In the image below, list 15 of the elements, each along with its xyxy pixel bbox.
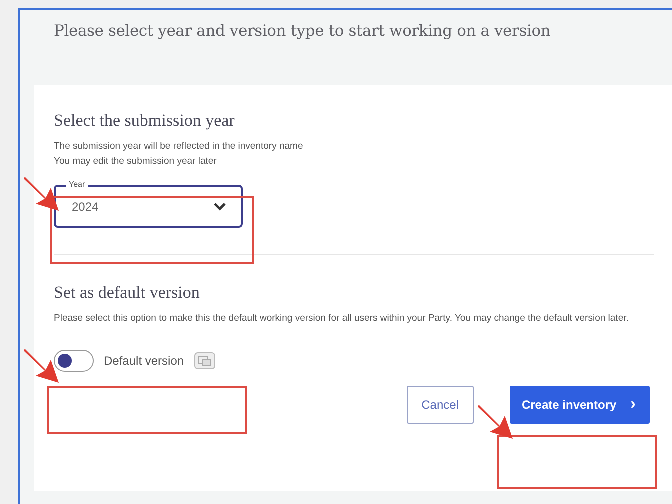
section-heading: Set as default version xyxy=(54,283,201,303)
description-text: Please select this option to make this the default working version for all users within your Party. You may change the default version later. xyxy=(54,312,630,326)
pointer-arrow xyxy=(22,346,62,386)
create-button[interactable]: Create inventory › xyxy=(510,386,650,424)
description-text: You may edit the submission year later xyxy=(54,155,217,169)
description-text: The submission year will be reflected in the inventory name xyxy=(54,140,304,154)
pointer-arrow xyxy=(22,174,62,214)
section-heading: Select the submission year xyxy=(54,111,236,131)
cancel-button[interactable]: Cancel xyxy=(406,386,474,424)
dialog-title: Please select year and version type to start working on a version xyxy=(54,22,552,40)
toggle-label: Default version xyxy=(104,354,184,368)
toggle-switch[interactable] xyxy=(54,350,94,372)
info-icon xyxy=(194,352,216,370)
pointer-arrow xyxy=(476,402,516,442)
chevron-down-icon xyxy=(213,202,227,212)
